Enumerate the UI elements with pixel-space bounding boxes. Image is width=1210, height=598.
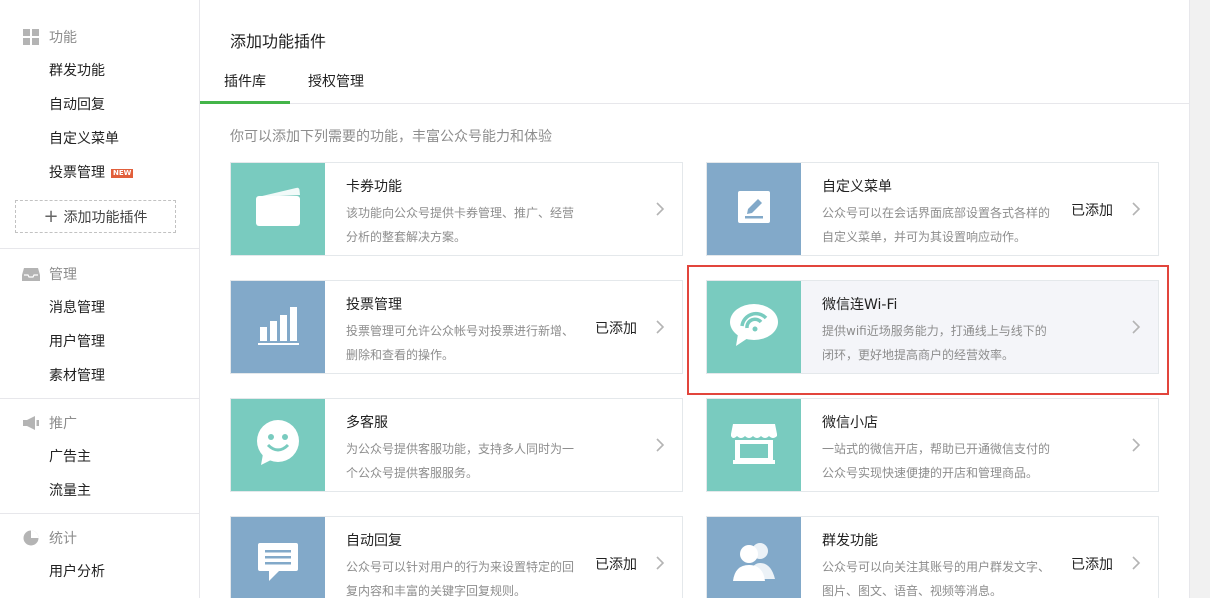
sidebar-item-custom-menu[interactable]: 自定义菜单 (49, 129, 119, 149)
plugin-status: 已添加 (595, 557, 637, 573)
inbox-icon (22, 265, 40, 283)
tab-authorization[interactable]: 授权管理 (308, 62, 364, 104)
plugin-desc: 一站式的微信开店，帮助已开通微信支付的公众号实现快速便捷的开店和管理商品。 (822, 442, 1051, 480)
plugin-desc: 公众号可以针对用户的行为来设置特定的回复内容和丰富的关键字回复规则。 (346, 560, 575, 598)
plugin-card-customer-service[interactable]: 多客服 为公众号提供客服功能，支持多人同时为一个公众号提供客服服务。 (230, 398, 683, 492)
chevron-right-icon (652, 437, 668, 453)
tab-bar: 插件库 授权管理 (200, 62, 1189, 104)
plugin-status: 已添加 (1071, 557, 1113, 573)
plugin-name: 群发功能 (822, 533, 878, 549)
sidebar-item-materials[interactable]: 素材管理 (49, 366, 105, 386)
tab-plugin-library[interactable]: 插件库 (200, 62, 290, 104)
plugin-name: 投票管理 (346, 297, 402, 313)
sidebar-section-manage: 管理 (22, 264, 77, 284)
chevron-right-icon (652, 319, 668, 335)
card-icon (252, 185, 304, 233)
sidebar-item-advertiser[interactable]: 广告主 (49, 447, 91, 467)
pencil-icon (732, 185, 776, 233)
sidebar-item-messages[interactable]: 消息管理 (49, 298, 105, 318)
chevron-right-icon (1128, 319, 1144, 335)
plugin-desc: 该功能向公众号提供卡券管理、推广、经营分析的整套解决方案。 (346, 206, 575, 244)
plugin-desc: 提供wifi近场服务能力，打通线上与线下的闭环，更好地提高商户的经营效率。 (822, 324, 1047, 362)
new-badge: NEW (111, 169, 134, 178)
sidebar-item-publisher[interactable]: 流量主 (49, 481, 91, 501)
grid-icon (22, 28, 40, 46)
chevron-right-icon (1128, 555, 1144, 571)
wifi-bubble-icon (728, 302, 780, 352)
tile (231, 399, 325, 491)
message-icon (255, 539, 301, 587)
plugin-name: 微信连Wi-Fi (822, 297, 898, 313)
pie-chart-icon (22, 529, 40, 547)
plugin-name: 微信小店 (822, 415, 878, 431)
plugin-name: 多客服 (346, 415, 388, 431)
plugin-name: 自定义菜单 (822, 179, 892, 195)
sidebar-divider (0, 248, 199, 249)
users-icon (729, 539, 779, 587)
sidebar-section-promote: 推广 (22, 413, 77, 433)
sidebar-section-title: 功能 (49, 30, 77, 46)
shop-icon (729, 420, 779, 470)
tile (231, 281, 325, 373)
plugin-status: 已添加 (1071, 203, 1113, 219)
plugin-desc: 公众号可以向关注其账号的用户群发文字、图片、图文、语音、视频等消息。 (822, 560, 1051, 598)
tile (231, 517, 325, 598)
plugin-desc: 为公众号提供客服功能，支持多人同时为一个公众号提供客服服务。 (346, 442, 575, 480)
plugin-card-mass-send[interactable]: 群发功能 公众号可以向关注其账号的用户群发文字、图片、图文、语音、视频等消息。 … (706, 516, 1159, 598)
plugin-card-auto-reply[interactable]: 自动回复 公众号可以针对用户的行为来设置特定的回复内容和丰富的关键字回复规则。 … (230, 516, 683, 598)
chevron-right-icon (652, 201, 668, 217)
plugin-status: 已添加 (595, 321, 637, 337)
plus-icon: + (43, 205, 59, 227)
plugin-name: 卡券功能 (346, 179, 402, 195)
plugin-name: 自动回复 (346, 533, 402, 549)
intro-text: 你可以添加下列需要的功能，丰富公众号能力和体验 (230, 129, 552, 145)
sidebar-section-title: 管理 (49, 267, 77, 283)
chevron-right-icon (652, 555, 668, 571)
smiley-bubble-icon (253, 418, 303, 472)
sidebar-item-users[interactable]: 用户管理 (49, 332, 105, 352)
plugin-card-shop[interactable]: 微信小店 一站式的微信开店，帮助已开通微信支付的公众号实现快速便捷的开店和管理商… (706, 398, 1159, 492)
chevron-right-icon (1128, 437, 1144, 453)
sidebar-divider (0, 513, 199, 514)
chevron-right-icon (1128, 201, 1144, 217)
plugin-card-wifi[interactable]: 微信连Wi-Fi 提供wifi近场服务能力，打通线上与线下的闭环，更好地提高商户… (706, 280, 1159, 374)
bar-chart-icon (255, 303, 301, 351)
sidebar-item-auto-reply[interactable]: 自动回复 (49, 95, 105, 115)
tile (707, 399, 801, 491)
tile (231, 163, 325, 255)
sidebar-item-label: 投票管理 (49, 165, 105, 181)
sidebar-section-title: 统计 (49, 531, 77, 547)
plugin-card-custom-menu[interactable]: 自定义菜单 公众号可以在会话界面底部设置各式各样的自定义菜单，并可为其设置响应动… (706, 162, 1159, 256)
tile (707, 163, 801, 255)
plugin-card-vote[interactable]: 投票管理 投票管理可允许公众帐号对投票进行新增、删除和查看的操作。 已添加 (230, 280, 683, 374)
sidebar-item-mass-send[interactable]: 群发功能 (49, 61, 105, 81)
scrollbar[interactable] (1189, 0, 1210, 598)
add-plugin-label: 添加功能插件 (63, 209, 148, 226)
add-plugin-button[interactable]: + 添加功能插件 (15, 200, 176, 233)
page-title: 添加功能插件 (230, 32, 327, 51)
plugin-card-coupon[interactable]: 卡券功能 该功能向公众号提供卡券管理、推广、经营分析的整套解决方案。 (230, 162, 683, 256)
sidebar-section-function: 功能 (22, 27, 77, 47)
sidebar-divider (0, 398, 199, 399)
sidebar-item-vote[interactable]: 投票管理 NEW (49, 163, 134, 183)
sidebar-section-stats: 统计 (22, 528, 77, 548)
megaphone-icon (22, 414, 40, 432)
sidebar-item-user-analysis[interactable]: 用户分析 (49, 562, 105, 582)
plugin-desc: 公众号可以在会话界面底部设置各式各样的自定义菜单，并可为其设置响应动作。 (822, 206, 1051, 244)
plugin-desc: 投票管理可允许公众帐号对投票进行新增、删除和查看的操作。 (346, 324, 575, 362)
tile (707, 281, 801, 373)
tile (707, 517, 801, 598)
sidebar: 功能 群发功能 自动回复 自定义菜单 投票管理 NEW + 添加功能插件 管理 消… (0, 0, 200, 598)
sidebar-section-title: 推广 (49, 416, 77, 432)
